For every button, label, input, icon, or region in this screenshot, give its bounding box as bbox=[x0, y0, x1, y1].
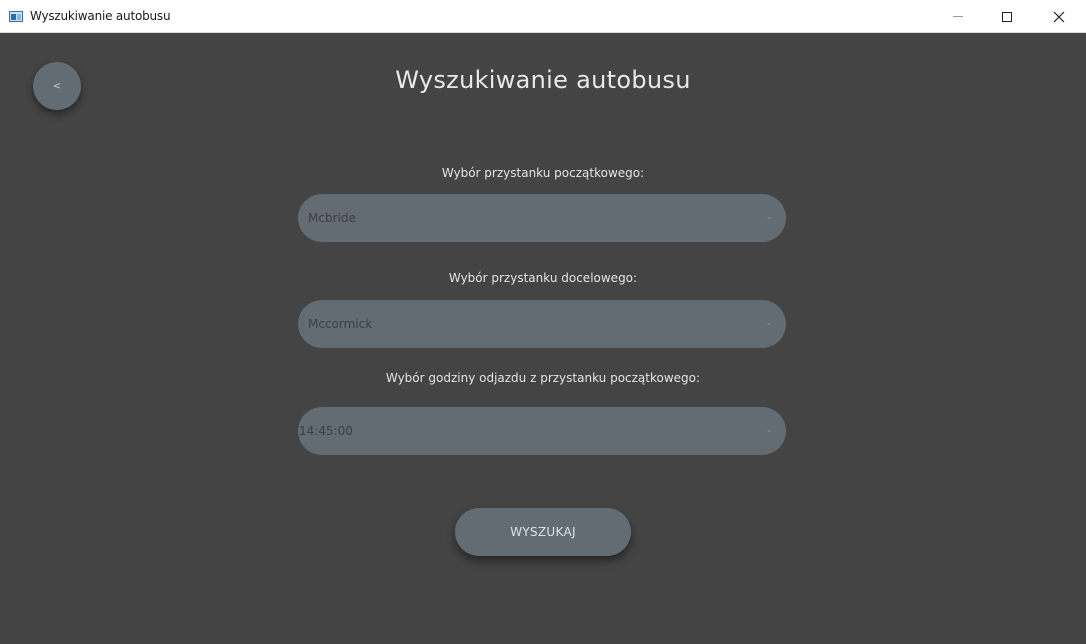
chevron-down-icon: ⌄ bbox=[765, 318, 773, 327]
close-icon bbox=[1053, 11, 1065, 22]
minimize-icon bbox=[953, 16, 963, 17]
end-stop-value: Mccormick bbox=[308, 317, 373, 331]
window-title: Wyszukiwanie autobusu bbox=[30, 9, 171, 23]
chevron-down-icon: ⌄ bbox=[765, 425, 773, 434]
end-stop-select[interactable]: Mccormick ⌄ bbox=[298, 300, 786, 348]
search-button[interactable]: WYSZUKAJ bbox=[455, 508, 631, 556]
minimize-button[interactable] bbox=[935, 0, 981, 33]
start-stop-value: Mcbride bbox=[308, 211, 356, 225]
window-titlebar: Wyszukiwanie autobusu bbox=[0, 0, 1086, 33]
departure-time-select[interactable]: 14:45:00 ⌄ bbox=[298, 407, 786, 455]
maximize-button[interactable] bbox=[984, 0, 1030, 33]
maximize-icon bbox=[1002, 11, 1012, 22]
chevron-down-icon: ⌄ bbox=[765, 212, 773, 221]
departure-time-value: 14:45:00 bbox=[299, 424, 353, 438]
start-stop-select[interactable]: Mcbride ⌄ bbox=[298, 194, 786, 242]
main-panel: < Wyszukiwanie autobusu Wybór przystanku… bbox=[0, 33, 1086, 644]
start-stop-label: Wybór przystanku początkowego: bbox=[441, 166, 645, 180]
departure-time-label: Wybór godziny odjazdu z przystanku począ… bbox=[385, 371, 701, 385]
end-stop-label: Wybór przystanku docelowego: bbox=[448, 271, 638, 285]
page-title: Wyszukiwanie autobusu bbox=[395, 66, 691, 94]
app-icon bbox=[9, 11, 23, 22]
close-button[interactable] bbox=[1036, 0, 1082, 33]
